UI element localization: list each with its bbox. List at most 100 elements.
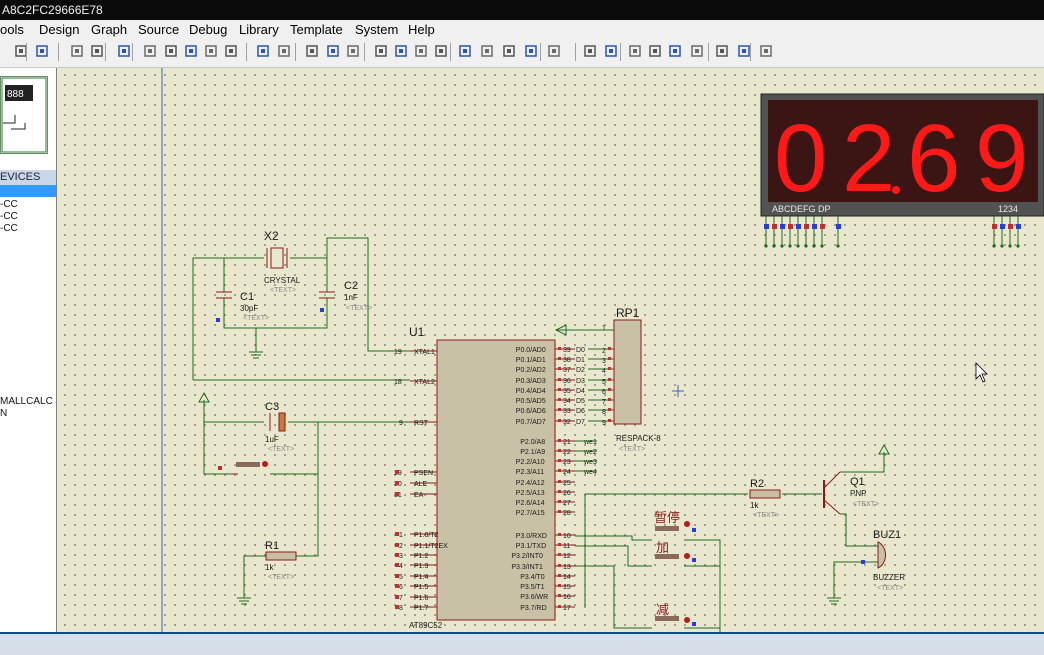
minus-button-marker — [692, 622, 696, 626]
packaging-icon[interactable] — [502, 44, 516, 58]
toolbar-separator — [620, 43, 621, 61]
transistor-q1[interactable]: Q1 PNP <TEXT> — [823, 471, 879, 515]
block-rotate-icon[interactable] — [414, 44, 428, 58]
overview-window[interactable]: 888 — [0, 76, 48, 154]
menu-template[interactable]: Template — [290, 20, 343, 39]
refresh-icon[interactable] — [70, 44, 84, 58]
menu-source[interactable]: Source — [138, 20, 179, 39]
u1-pin-number: 16 — [563, 594, 571, 601]
page-icon[interactable] — [35, 44, 49, 58]
oscillator-wires — [192, 237, 410, 381]
undo-icon[interactable] — [256, 44, 270, 58]
cut-icon[interactable] — [305, 44, 319, 58]
bom-icon[interactable] — [715, 44, 729, 58]
zoom-out-icon[interactable] — [184, 44, 198, 58]
rp1-pin-marker — [608, 419, 611, 422]
block-copy-icon[interactable] — [374, 44, 388, 58]
display-pin-junction — [1000, 244, 1004, 248]
origin-icon[interactable] — [117, 44, 131, 58]
erc-icon[interactable] — [737, 44, 751, 58]
buzzer-body — [877, 541, 886, 569]
u1-pin-marker — [558, 388, 561, 391]
u1-pin-name: ALE — [414, 481, 428, 488]
u1-pin-marker — [558, 419, 561, 422]
reset-button-cap — [236, 462, 260, 467]
device-selection[interactable] — [0, 185, 56, 197]
design-explorer-icon[interactable] — [628, 44, 642, 58]
capacitor-c3[interactable]: C3 1uF <TEXT> — [265, 401, 294, 453]
menu-library[interactable]: Library — [239, 20, 279, 39]
pick-device-icon[interactable] — [458, 44, 472, 58]
device-item[interactable]: -CC — [0, 223, 18, 234]
menu-tools[interactable]: ools — [0, 20, 24, 39]
pause-button-led — [684, 521, 690, 527]
minus-button[interactable]: 减 — [655, 602, 696, 626]
u1-pin-marker — [395, 553, 399, 557]
device-item[interactable]: N — [0, 408, 7, 419]
u1-pin-name: P1.6 — [414, 595, 429, 602]
block-delete-icon[interactable] — [434, 44, 448, 58]
u1-pin-number: 12 — [563, 553, 571, 560]
crystal-x2[interactable]: X2 CRYSTAL <TEXT> — [264, 229, 301, 294]
reset-button[interactable] — [218, 461, 268, 475]
new-sheet-icon[interactable] — [648, 44, 662, 58]
display-pin-marker — [764, 224, 769, 229]
grid-icon[interactable] — [90, 44, 104, 58]
property-tool-icon[interactable] — [604, 44, 618, 58]
resistor-r2[interactable]: R2 1k <TEXT> — [749, 478, 781, 519]
device-item[interactable]: -CC — [0, 199, 18, 210]
zoom-in-icon[interactable] — [164, 44, 178, 58]
u1-pin-number: 34 — [563, 398, 571, 405]
net-label: we1 — [583, 439, 597, 446]
schematic-canvas[interactable]: 0 2 6 9 ABCDEFG DP 1234 X2 CRYSTAL <TEXT… — [57, 68, 1044, 636]
u1-pin-name: P2.2/A10 — [516, 459, 545, 466]
u1-pin-marker — [558, 594, 561, 597]
menu-graph[interactable]: Graph — [91, 20, 127, 39]
u1-pin-marker — [395, 595, 399, 599]
rp1-pin-number: 9 — [602, 420, 606, 427]
remove-sheet-icon[interactable] — [668, 44, 682, 58]
r2-text: <TEXT> — [753, 512, 779, 519]
search-icon[interactable] — [583, 44, 597, 58]
menu-system[interactable]: System — [355, 20, 398, 39]
plus-button[interactable]: 加 — [655, 540, 696, 562]
device-item[interactable]: MALLCALC — [0, 396, 53, 407]
device-item[interactable]: -CC — [0, 211, 18, 222]
u1-pin-name: P2.0/A8 — [520, 439, 545, 446]
menu-debug[interactable]: Debug — [189, 20, 227, 39]
pan-icon[interactable] — [143, 44, 157, 58]
menu-help[interactable]: Help — [408, 20, 435, 39]
u1-pin-name: P0.1/AD1 — [516, 357, 546, 364]
u1-pin-name: P3.2/INT0 — [511, 553, 543, 560]
u1-pin-name: P0.0/AD0 — [516, 347, 546, 354]
net-label: D1 — [576, 357, 585, 364]
u1-pin-number: 14 — [563, 574, 571, 581]
reset-wires — [203, 400, 410, 605]
pause-button[interactable]: 暂停 — [654, 510, 696, 532]
buzzer-buz1[interactable]: BUZ1 BUZZER <TEXT> — [861, 529, 905, 592]
display-pin-junction — [780, 244, 784, 248]
decompose-icon[interactable] — [524, 44, 538, 58]
redo-icon[interactable] — [277, 44, 291, 58]
buz1-part: BUZZER — [873, 573, 905, 582]
u1-pin-marker — [395, 481, 399, 485]
netlist-icon[interactable] — [759, 44, 773, 58]
u1-pin-name: P0.7/AD7 — [516, 419, 546, 426]
zoom-all-icon[interactable] — [204, 44, 218, 58]
zoom-area-icon[interactable] — [224, 44, 238, 58]
menu-design[interactable]: Design — [39, 20, 79, 39]
wire-autorouter-icon[interactable] — [547, 44, 561, 58]
toolbar-separator — [575, 43, 576, 61]
paste-icon[interactable] — [346, 44, 360, 58]
u1-pin-name: P1.5 — [414, 584, 429, 591]
u1-pin-number: 23 — [563, 459, 571, 466]
block-move-icon[interactable] — [394, 44, 408, 58]
microcontroller-u1[interactable]: U1 AT89C52 19XTAL118XTAL29RST29PSEN30ALE… — [394, 325, 614, 630]
make-device-icon[interactable] — [480, 44, 494, 58]
r2-value: 1k — [750, 501, 759, 510]
exit-sheet-icon[interactable] — [690, 44, 704, 58]
copy-icon[interactable] — [326, 44, 340, 58]
seven-segment-display[interactable]: 0 2 6 9 ABCDEFG DP 1234 — [760, 93, 1044, 248]
resistor-r1[interactable]: R1 1k <TEXT> — [265, 540, 297, 581]
rp1-pin-number: 2 — [602, 348, 606, 355]
